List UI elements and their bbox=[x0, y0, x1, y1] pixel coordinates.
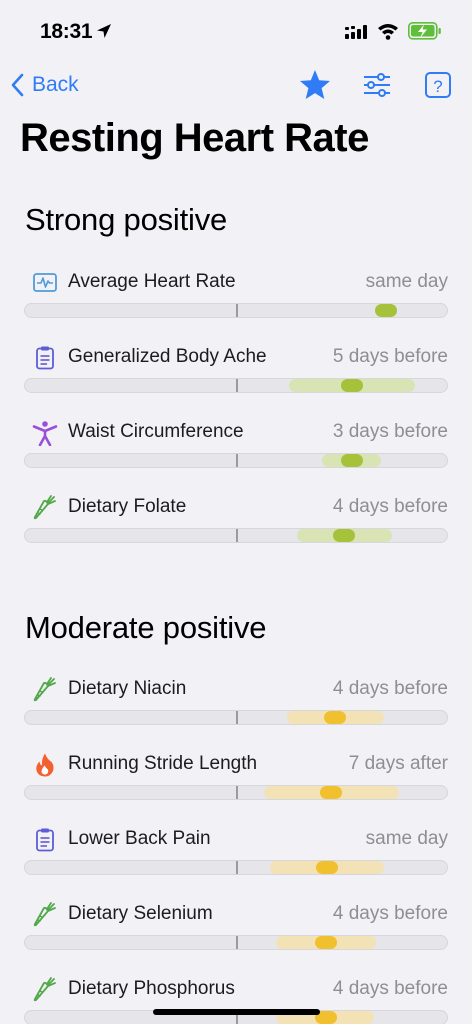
row-lag: 7 days after bbox=[348, 753, 448, 774]
correlation-bar bbox=[24, 785, 448, 800]
star-icon bbox=[300, 70, 330, 99]
bar-center-mark bbox=[236, 936, 238, 949]
correlation-bar bbox=[24, 860, 448, 875]
correlation-value-marker bbox=[341, 379, 363, 392]
correlation-bar bbox=[24, 528, 448, 543]
back-label: Back bbox=[32, 73, 79, 96]
row-lag: same day bbox=[365, 271, 448, 292]
section-title-moderate: Moderate positive bbox=[25, 610, 267, 645]
row-label: Generalized Body Ache bbox=[68, 346, 267, 367]
correlation-row-lower-back-pain[interactable]: Lower Back Pain same day bbox=[24, 827, 448, 887]
heart-monitor-icon bbox=[32, 270, 58, 296]
row-label: Dietary Folate bbox=[68, 496, 187, 517]
navigation-bar: Back ? bbox=[0, 64, 472, 108]
location-arrow-icon bbox=[95, 22, 113, 45]
correlation-value-marker bbox=[315, 936, 337, 949]
help-button[interactable]: ? bbox=[424, 68, 452, 107]
row-lag: 3 days before bbox=[332, 421, 448, 442]
correlation-value-marker bbox=[341, 454, 363, 467]
flame-icon bbox=[32, 752, 58, 778]
carrot-icon bbox=[32, 495, 58, 521]
row-lag: 4 days before bbox=[332, 678, 448, 699]
cellular-signal-icon bbox=[345, 24, 371, 45]
correlation-value-marker bbox=[320, 786, 342, 799]
correlation-value-marker bbox=[316, 861, 338, 874]
bar-center-mark bbox=[236, 786, 238, 799]
carrot-icon bbox=[32, 902, 58, 928]
clipboard-icon bbox=[32, 345, 58, 371]
filter-button[interactable] bbox=[362, 68, 392, 107]
correlation-row-waist-circumference[interactable]: Waist Circumference 3 days before bbox=[24, 420, 448, 480]
correlation-row-dietary-selenium[interactable]: Dietary Selenium 4 days before bbox=[24, 902, 448, 962]
row-label: Dietary Selenium bbox=[68, 903, 213, 924]
carrot-icon bbox=[32, 677, 58, 703]
bar-center-mark bbox=[236, 711, 238, 724]
correlation-bar bbox=[24, 935, 448, 950]
clipboard-icon bbox=[32, 827, 58, 853]
wifi-icon bbox=[377, 22, 399, 45]
person-icon bbox=[32, 420, 58, 447]
row-label: Dietary Niacin bbox=[68, 678, 187, 699]
row-lag: 4 days before bbox=[332, 978, 448, 999]
correlation-row-running-stride-length[interactable]: Running Stride Length 7 days after bbox=[24, 752, 448, 812]
correlation-bar bbox=[24, 303, 448, 318]
row-label: Running Stride Length bbox=[68, 753, 258, 774]
section-title-strong: Strong positive bbox=[25, 202, 228, 237]
bar-center-mark bbox=[236, 379, 238, 392]
carrot-icon bbox=[32, 977, 58, 1003]
row-label: Lower Back Pain bbox=[68, 828, 211, 849]
correlation-value-marker bbox=[375, 304, 397, 317]
row-label: Waist Circumference bbox=[68, 421, 244, 442]
row-lag: 4 days before bbox=[332, 903, 448, 924]
chevron-left-icon bbox=[11, 73, 24, 97]
row-label: Dietary Phosphorus bbox=[68, 978, 235, 999]
correlation-row-average-heart-rate[interactable]: Average Heart Rate same day bbox=[24, 270, 448, 330]
bar-center-mark bbox=[236, 861, 238, 874]
row-lag: same day bbox=[365, 828, 448, 849]
page-title: Resting Heart Rate bbox=[20, 116, 369, 160]
favorite-star-button[interactable] bbox=[298, 68, 332, 107]
correlation-bar bbox=[24, 710, 448, 725]
correlation-value-marker bbox=[333, 529, 355, 542]
home-indicator[interactable] bbox=[153, 1009, 320, 1015]
row-label: Average Heart Rate bbox=[68, 271, 236, 292]
battery-charging-icon bbox=[408, 22, 442, 45]
row-lag: 5 days before bbox=[332, 346, 448, 367]
correlation-row-generalized-body-ache[interactable]: Generalized Body Ache 5 days before bbox=[24, 345, 448, 405]
status-bar: 18:31 bbox=[0, 0, 472, 62]
back-button[interactable]: Back bbox=[10, 70, 79, 100]
correlation-row-dietary-folate[interactable]: Dietary Folate 4 days before bbox=[24, 495, 448, 555]
bar-center-mark bbox=[236, 529, 238, 542]
correlation-bar bbox=[24, 378, 448, 393]
correlation-row-dietary-phosphorus[interactable]: Dietary Phosphorus 4 days before bbox=[24, 977, 448, 1024]
bar-center-mark bbox=[236, 454, 238, 467]
correlation-row-dietary-niacin[interactable]: Dietary Niacin 4 days before bbox=[24, 677, 448, 737]
bar-center-mark bbox=[236, 304, 238, 317]
question-mark-icon: ? bbox=[425, 72, 451, 98]
sliders-icon bbox=[364, 73, 390, 97]
svg-text:?: ? bbox=[433, 77, 442, 96]
correlation-bar bbox=[24, 453, 448, 468]
row-lag: 4 days before bbox=[332, 496, 448, 517]
status-time: 18:31 bbox=[40, 20, 93, 43]
correlation-value-marker bbox=[324, 711, 346, 724]
